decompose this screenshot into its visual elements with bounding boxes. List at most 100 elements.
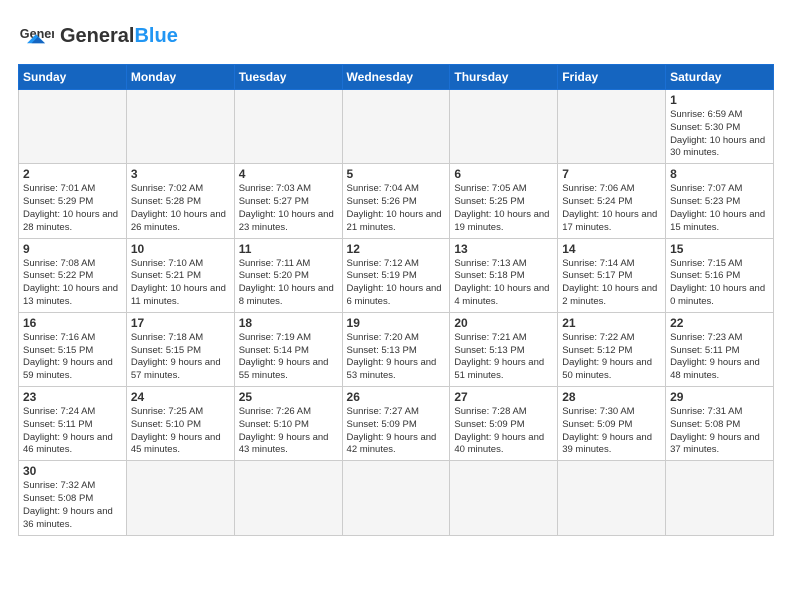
day-info: Sunrise: 7:24 AM Sunset: 5:11 PM Dayligh… [23,406,122,457]
page: General GeneralBlue SundayMondayTuesdayW… [0,0,792,612]
day-cell: 25Sunrise: 7:26 AM Sunset: 5:10 PM Dayli… [234,387,342,461]
day-number: 26 [347,390,446,404]
day-cell: 30Sunrise: 7:32 AM Sunset: 5:08 PM Dayli… [19,461,127,535]
day-cell [19,90,127,164]
weekday-friday: Friday [558,65,666,90]
day-cell: 19Sunrise: 7:20 AM Sunset: 5:13 PM Dayli… [342,312,450,386]
day-info: Sunrise: 7:25 AM Sunset: 5:10 PM Dayligh… [131,406,230,457]
day-number: 27 [454,390,553,404]
day-number: 20 [454,316,553,330]
day-number: 17 [131,316,230,330]
header: General GeneralBlue [18,18,774,54]
day-cell: 23Sunrise: 7:24 AM Sunset: 5:11 PM Dayli… [19,387,127,461]
day-number: 1 [670,93,769,107]
logo-icon: General [18,18,54,54]
day-number: 12 [347,242,446,256]
day-info: Sunrise: 7:10 AM Sunset: 5:21 PM Dayligh… [131,258,230,309]
day-number: 6 [454,167,553,181]
day-number: 15 [670,242,769,256]
day-number: 18 [239,316,338,330]
day-cell: 6Sunrise: 7:05 AM Sunset: 5:25 PM Daylig… [450,164,558,238]
week-row-4: 16Sunrise: 7:16 AM Sunset: 5:15 PM Dayli… [19,312,774,386]
calendar: SundayMondayTuesdayWednesdayThursdayFrid… [18,64,774,536]
day-cell: 8 Sunrise: 7:07 AM Sunset: 5:23 PM Daylig… [666,164,774,238]
day-cell: 4Sunrise: 7:03 AM Sunset: 5:27 PM Daylig… [234,164,342,238]
weekday-wednesday: Wednesday [342,65,450,90]
day-info: Sunrise: 7:04 AM Sunset: 5:26 PM Dayligh… [347,183,446,234]
day-cell: 15 Sunrise: 7:15 AM Sunset: 5:16 PM Dayli… [666,238,774,312]
week-row-2: 2Sunrise: 7:01 AM Sunset: 5:29 PM Daylig… [19,164,774,238]
day-cell: 26 Sunrise: 7:27 AM Sunset: 5:09 PM Dayli… [342,387,450,461]
day-number: 5 [347,167,446,181]
day-cell: 1 Sunrise: 6:59 AM Sunset: 5:30 PM Daylig… [666,90,774,164]
day-cell: 17 Sunrise: 7:18 AM Sunset: 5:15 PM Dayli… [126,312,234,386]
day-info: Sunrise: 7:15 AM Sunset: 5:16 PM Dayligh… [670,258,769,309]
day-cell: 9Sunrise: 7:08 AM Sunset: 5:22 PM Daylig… [19,238,127,312]
day-number: 24 [131,390,230,404]
day-info: Sunrise: 7:18 AM Sunset: 5:15 PM Dayligh… [131,332,230,383]
week-row-3: 9Sunrise: 7:08 AM Sunset: 5:22 PM Daylig… [19,238,774,312]
day-cell [450,90,558,164]
day-info: Sunrise: 7:01 AM Sunset: 5:29 PM Dayligh… [23,183,122,234]
day-number: 19 [347,316,446,330]
day-cell: 27 Sunrise: 7:28 AM Sunset: 5:09 PM Dayli… [450,387,558,461]
day-cell [342,461,450,535]
week-row-5: 23Sunrise: 7:24 AM Sunset: 5:11 PM Dayli… [19,387,774,461]
day-cell [126,90,234,164]
day-info: Sunrise: 7:28 AM Sunset: 5:09 PM Dayligh… [454,406,553,457]
day-info: Sunrise: 6:59 AM Sunset: 5:30 PM Dayligh… [670,109,769,160]
day-info: Sunrise: 7:19 AM Sunset: 5:14 PM Dayligh… [239,332,338,383]
day-info: Sunrise: 7:31 AM Sunset: 5:08 PM Dayligh… [670,406,769,457]
day-number: 7 [562,167,661,181]
day-number: 9 [23,242,122,256]
day-info: Sunrise: 7:16 AM Sunset: 5:15 PM Dayligh… [23,332,122,383]
day-number: 3 [131,167,230,181]
day-number: 13 [454,242,553,256]
day-cell: 29 Sunrise: 7:31 AM Sunset: 5:08 PM Dayli… [666,387,774,461]
day-info: Sunrise: 7:12 AM Sunset: 5:19 PM Dayligh… [347,258,446,309]
day-cell: 12 Sunrise: 7:12 AM Sunset: 5:19 PM Dayli… [342,238,450,312]
day-cell: 18 Sunrise: 7:19 AM Sunset: 5:14 PM Dayli… [234,312,342,386]
day-info: Sunrise: 7:27 AM Sunset: 5:09 PM Dayligh… [347,406,446,457]
weekday-saturday: Saturday [666,65,774,90]
day-number: 28 [562,390,661,404]
day-cell: 16Sunrise: 7:16 AM Sunset: 5:15 PM Dayli… [19,312,127,386]
day-info: Sunrise: 7:14 AM Sunset: 5:17 PM Dayligh… [562,258,661,309]
day-cell: 14 Sunrise: 7:14 AM Sunset: 5:17 PM Dayli… [558,238,666,312]
day-cell: 28Sunrise: 7:30 AM Sunset: 5:09 PM Dayli… [558,387,666,461]
day-cell: 13Sunrise: 7:13 AM Sunset: 5:18 PM Dayli… [450,238,558,312]
day-cell: 24 Sunrise: 7:25 AM Sunset: 5:10 PM Dayli… [126,387,234,461]
day-number: 29 [670,390,769,404]
day-cell: 21 Sunrise: 7:22 AM Sunset: 5:12 PM Dayli… [558,312,666,386]
day-cell: 2Sunrise: 7:01 AM Sunset: 5:29 PM Daylig… [19,164,127,238]
day-number: 21 [562,316,661,330]
day-number: 8 [670,167,769,181]
day-cell [450,461,558,535]
day-info: Sunrise: 7:23 AM Sunset: 5:11 PM Dayligh… [670,332,769,383]
weekday-sunday: Sunday [19,65,127,90]
day-info: Sunrise: 7:21 AM Sunset: 5:13 PM Dayligh… [454,332,553,383]
day-number: 11 [239,242,338,256]
day-info: Sunrise: 7:02 AM Sunset: 5:28 PM Dayligh… [131,183,230,234]
day-cell [126,461,234,535]
day-cell: 11 Sunrise: 7:11 AM Sunset: 5:20 PM Dayli… [234,238,342,312]
day-cell [558,461,666,535]
day-info: Sunrise: 7:22 AM Sunset: 5:12 PM Dayligh… [562,332,661,383]
logo: General GeneralBlue [18,18,178,54]
day-number: 22 [670,316,769,330]
day-cell: 3 Sunrise: 7:02 AM Sunset: 5:28 PM Daylig… [126,164,234,238]
day-cell [558,90,666,164]
day-cell [234,90,342,164]
day-cell [234,461,342,535]
day-cell: 7 Sunrise: 7:06 AM Sunset: 5:24 PM Daylig… [558,164,666,238]
logo-text: GeneralBlue [60,26,178,46]
day-info: Sunrise: 7:07 AM Sunset: 5:23 PM Dayligh… [670,183,769,234]
day-cell: 10 Sunrise: 7:10 AM Sunset: 5:21 PM Dayli… [126,238,234,312]
day-number: 30 [23,464,122,478]
day-cell [342,90,450,164]
day-info: Sunrise: 7:06 AM Sunset: 5:24 PM Dayligh… [562,183,661,234]
day-number: 10 [131,242,230,256]
day-cell: 22 Sunrise: 7:23 AM Sunset: 5:11 PM Dayli… [666,312,774,386]
day-info: Sunrise: 7:11 AM Sunset: 5:20 PM Dayligh… [239,258,338,309]
day-number: 14 [562,242,661,256]
